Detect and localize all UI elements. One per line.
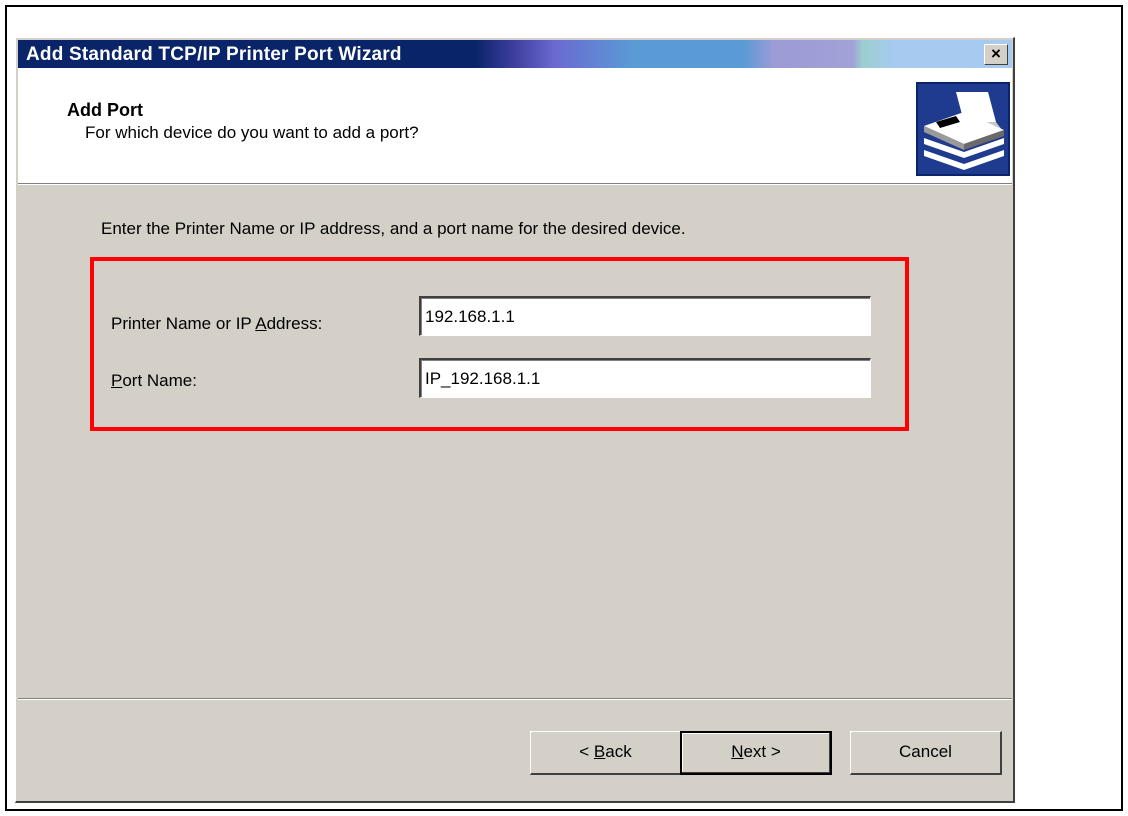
back-button-pre: < [579, 742, 594, 761]
next-button[interactable]: Next > [680, 731, 832, 775]
printer-name-label-pre: Printer Name or IP [111, 314, 256, 333]
printer-name-label-accel: A [255, 314, 267, 333]
title-bar[interactable]: Add Standard TCP/IP Printer Port Wizard … [18, 40, 1012, 68]
header-divider [18, 184, 1012, 185]
back-button-post: ack [605, 742, 632, 761]
printer-port-wizard-icon [916, 82, 1010, 176]
cancel-button[interactable]: Cancel [850, 731, 1002, 775]
close-icon: × [991, 44, 1001, 63]
back-button-accel: B [593, 742, 606, 761]
highlight-box [90, 257, 909, 431]
next-button-post: ext > [743, 742, 781, 761]
close-button[interactable]: × [984, 44, 1008, 65]
port-name-label-post: ort Name: [122, 371, 197, 390]
page-subtitle: For which device do you want to add a po… [85, 123, 419, 142]
wizard-header: Add Port For which device do you want to… [18, 68, 1012, 184]
cancel-button-label: Cancel [899, 742, 952, 761]
printer-name-label: Printer Name or IP Address: [111, 314, 322, 334]
page-title: Add Port [67, 100, 143, 120]
back-button[interactable]: < Back [530, 731, 682, 775]
instructions-text: Enter the Printer Name or IP address, an… [101, 219, 686, 238]
wizard-dialog: Add Standard TCP/IP Printer Port Wizard … [15, 37, 1015, 803]
port-name-label: Port Name: [111, 371, 197, 391]
printer-name-input[interactable] [419, 296, 871, 336]
printer-name-label-post: ddress: [266, 314, 323, 333]
next-button-accel: N [731, 742, 744, 761]
window-title: Add Standard TCP/IP Printer Port Wizard [26, 44, 402, 65]
port-name-label-accel: P [111, 371, 123, 390]
port-name-input[interactable] [419, 358, 871, 398]
footer-divider-highlight [18, 699, 1012, 700]
